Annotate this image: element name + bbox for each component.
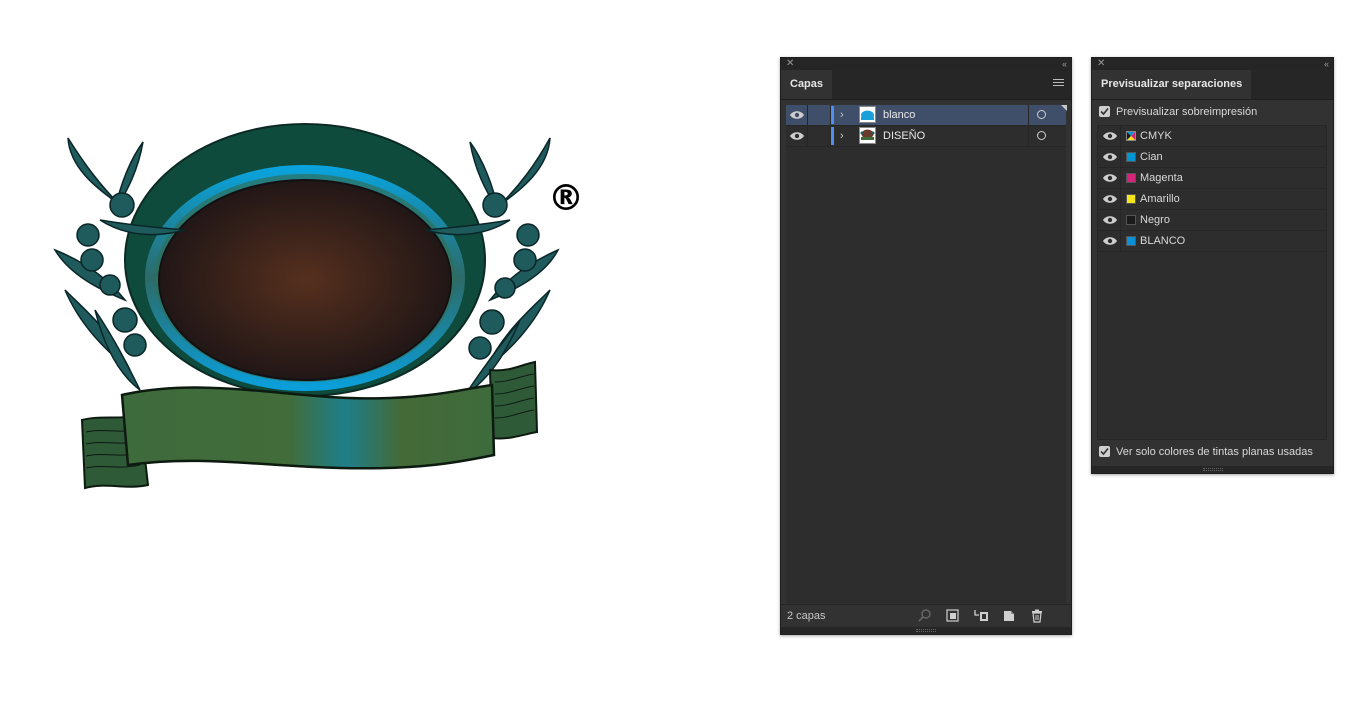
ink-row-cian[interactable]: Cian <box>1098 147 1326 168</box>
eye-icon[interactable] <box>1102 234 1118 248</box>
banner-ribbon <box>120 383 496 470</box>
center-brown-oval <box>158 179 452 381</box>
separations-preview-panel: ✕ ‹‹ Previsualizar separaciones Previsua… <box>1091 57 1334 474</box>
ink-name: Amarillo <box>1140 193 1180 205</box>
eye-icon[interactable] <box>1102 129 1118 143</box>
resize-grip[interactable] <box>1092 466 1333 473</box>
lock-toggle[interactable] <box>807 126 831 146</box>
layer-row-diseno[interactable]: › DISEÑO <box>786 126 1066 147</box>
layer-color-bar <box>831 106 834 124</box>
ink-name: Cian <box>1140 151 1163 163</box>
registered-mark: ® <box>548 178 584 219</box>
ink-swatch <box>1126 236 1136 246</box>
expand-chevron-icon[interactable]: › <box>840 105 852 125</box>
layers-panel-topbar: ✕ ‹‹ <box>781 58 1071 70</box>
separations-tabbar: Previsualizar separaciones <box>1092 70 1333 100</box>
tab-capas[interactable]: Capas <box>781 70 833 99</box>
selection-indicator-icon <box>1061 105 1067 111</box>
close-icon[interactable]: ✕ <box>1097 58 1105 70</box>
ink-swatch <box>1126 215 1136 225</box>
layer-name[interactable]: blanco <box>883 105 915 125</box>
spot-colors-only-row: Ver solo colores de tintas planas usadas <box>1099 445 1313 459</box>
close-icon[interactable]: ✕ <box>786 58 794 70</box>
target-cell <box>1028 126 1067 146</box>
ink-row-magenta[interactable]: Magenta <box>1098 168 1326 189</box>
ink-row-amarillo[interactable]: Amarillo <box>1098 189 1326 210</box>
ink-list: CMYK Cian Magenta Amarillo Negro BLANCO <box>1097 125 1327 440</box>
locate-object-icon[interactable] <box>917 608 933 624</box>
layers-list: › blanco › DISEÑO <box>786 105 1067 605</box>
overprint-preview-label: Previsualizar sobreimpresión <box>1116 106 1258 118</box>
trash-icon[interactable] <box>1029 608 1045 624</box>
ink-swatch <box>1126 194 1136 204</box>
target-circle-icon[interactable] <box>1037 131 1046 140</box>
eye-icon[interactable] <box>789 108 805 122</box>
target-circle-icon[interactable] <box>1037 110 1046 119</box>
layers-tabbar: Capas <box>781 70 1071 100</box>
eye-icon[interactable] <box>1102 213 1118 227</box>
clipping-mask-icon[interactable] <box>945 608 961 624</box>
layer-thumbnail <box>859 127 876 144</box>
ink-name: Magenta <box>1140 172 1183 184</box>
spot-colors-only-checkbox[interactable] <box>1099 445 1110 457</box>
ink-name: BLANCO <box>1140 235 1186 247</box>
overprint-preview-checkbox[interactable] <box>1099 105 1110 117</box>
layer-row-blanco[interactable]: › blanco <box>786 105 1067 126</box>
ink-swatch <box>1126 173 1136 183</box>
layers-footer: 2 capas <box>781 604 1071 627</box>
eye-icon[interactable] <box>1102 192 1118 206</box>
collapse-icon[interactable]: ‹‹ <box>1062 58 1067 70</box>
lock-toggle[interactable] <box>807 105 831 125</box>
ink-row-blanco[interactable]: BLANCO <box>1098 231 1326 252</box>
layer-name[interactable]: DISEÑO <box>883 126 925 146</box>
expand-chevron-icon[interactable]: › <box>840 126 852 146</box>
new-sublayer-icon[interactable] <box>973 608 989 624</box>
overprint-preview-row: Previsualizar sobreimpresión <box>1099 105 1257 119</box>
layer-color-bar <box>831 127 834 145</box>
layer-thumbnail <box>859 106 876 123</box>
logo-artwork[interactable]: ® <box>40 110 600 510</box>
eye-icon[interactable] <box>1102 150 1118 164</box>
artboard-canvas[interactable]: ® <box>0 0 770 707</box>
ink-swatch <box>1126 152 1136 162</box>
spot-colors-only-label: Ver solo colores de tintas planas usadas <box>1116 446 1313 458</box>
resize-grip[interactable] <box>781 627 1071 634</box>
eye-icon[interactable] <box>789 129 805 143</box>
cmyk-swatch-icon <box>1126 131 1136 141</box>
tab-previsualizar-separaciones[interactable]: Previsualizar separaciones <box>1092 70 1252 99</box>
ink-row-negro[interactable]: Negro <box>1098 210 1326 231</box>
layers-count: 2 capas <box>787 610 826 622</box>
ink-name: Negro <box>1140 214 1170 226</box>
separations-panel-topbar: ✕ ‹‹ <box>1092 58 1333 70</box>
banner-right-end <box>488 360 539 440</box>
target-cell <box>1028 105 1067 125</box>
panel-menu-icon[interactable] <box>1053 79 1064 89</box>
eye-icon[interactable] <box>1102 171 1118 185</box>
ink-name: CMYK <box>1140 130 1172 142</box>
layers-footer-toolbar <box>908 608 1045 624</box>
new-layer-icon[interactable] <box>1001 608 1017 624</box>
collapse-icon[interactable]: ‹‹ <box>1324 58 1329 70</box>
ink-row-cmyk[interactable]: CMYK <box>1098 126 1326 147</box>
layers-panel: ✕ ‹‹ Capas › blanco › DISEÑO 2 capas <box>780 57 1072 635</box>
